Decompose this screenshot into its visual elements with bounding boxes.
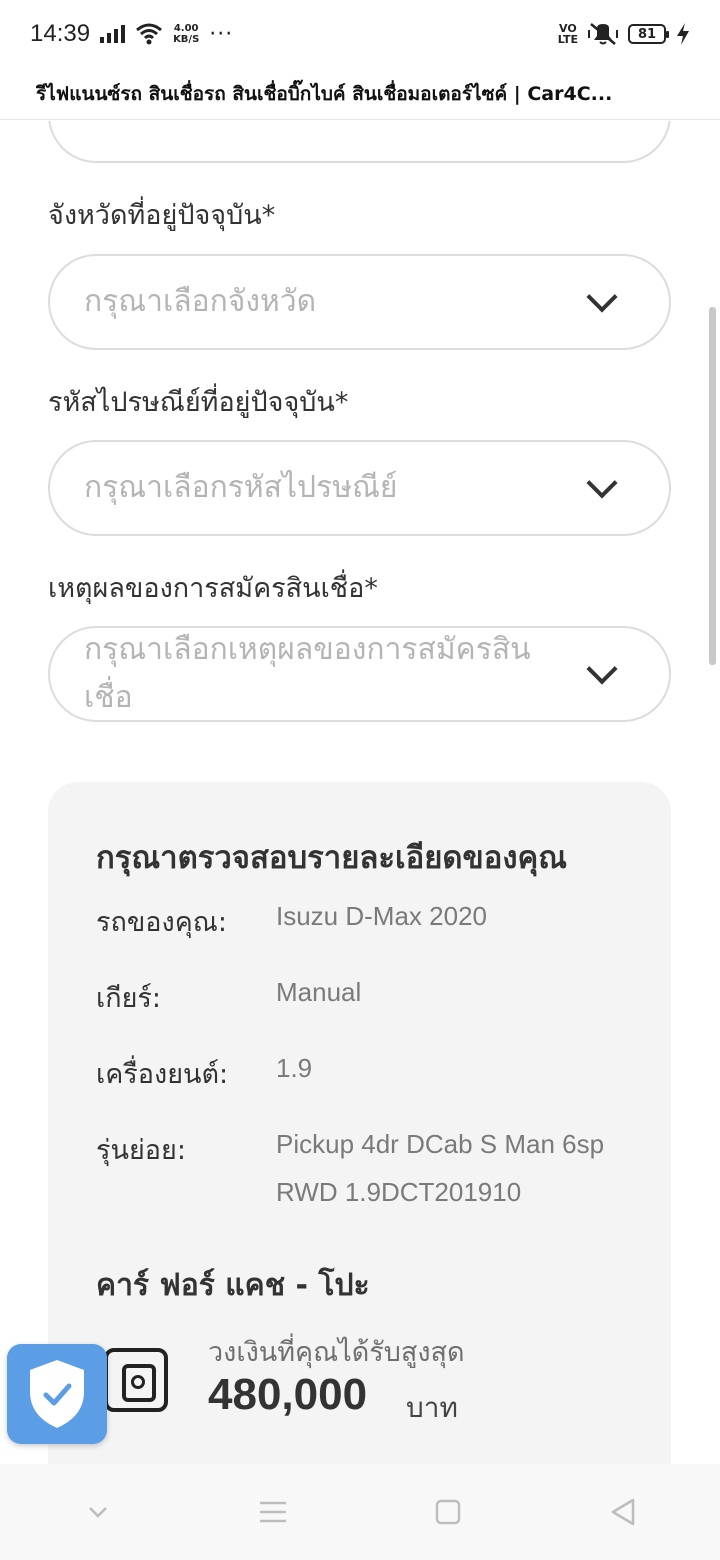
page-title: รีไฟแนนซ์รถ สินเชื่อรถ สินเชื่อบิ๊กไบค์ … [36,82,613,105]
postcode-placeholder: กรุณาเลือกรหัสไปรษณีย์ [84,470,398,505]
home-square-icon [435,1499,460,1525]
reason-select[interactable]: กรุณาเลือกเหตุผลของการสมัครสินเชื่อ [48,626,671,722]
battery-indicator: 81 [628,24,669,44]
province-select[interactable]: กรุณาเลือกจังหวัด [48,254,671,350]
reason-placeholder: กรุณาเลือกเหตุผลของการสมัครสินเชื่อ [84,632,531,715]
province-placeholder: กรุณาเลือกจังหวัด [84,284,317,319]
lender-name: คาร์ ฟอร์ แคช - โปะ [96,1268,370,1303]
nav-back-button[interactable] [593,1482,653,1542]
chevron-down-icon [586,281,618,313]
net-speed: 4.00 KB/S [173,23,199,45]
review-card: กรุณาตรวจสอบรายละเอียดของคุณ รถของคุณ: I… [48,782,671,1464]
detail-row-gear: เกียร์: Manual [96,976,626,1019]
signal-icon [100,25,126,43]
review-title: กรุณาตรวจสอบรายละเอียดของคุณ [96,840,567,876]
detail-value: Pickup 4dr DCab S Man 6sp RWD 1.9DCT2019… [276,1129,605,1207]
wifi-icon [136,23,163,45]
chevron-down-icon [88,1507,107,1518]
shield-badge-button[interactable] [7,1344,107,1444]
more-dots: ··· [209,21,234,47]
postcode-label: รหัสไปรษณีย์ที่อยู่ปัจจุบัน* [48,387,349,418]
province-label: จังหวัดที่อยู่ปัจจุบัน* [48,200,276,231]
reason-label: เหตุผลของการสมัครสินเชื่อ* [48,573,378,604]
charging-icon [677,23,689,45]
status-right: VO LTE 81 [558,22,690,46]
nav-collapse-button[interactable] [68,1482,128,1542]
net-speed-value: 4.00 [173,23,199,34]
detail-row-submodel: รุ่นย่อย: Pickup 4dr DCab S Man 6sp RWD … [96,1128,626,1216]
detail-value: 1.9 [276,1053,313,1083]
detail-row-car: รถของคุณ: Isuzu D-Max 2020 [96,900,626,943]
detail-label: รถของคุณ: [96,907,227,938]
browser-title-bar[interactable]: รีไฟแนนซ์รถ สินเชื่อรถ สินเชื่อบิ๊กไบค์ … [0,68,720,120]
detail-value: Isuzu D-Max 2020 [276,901,487,931]
max-amount: 480,000 [208,1370,368,1419]
status-left: 14:39 4.00 KB/S ··· [30,20,233,48]
postcode-select[interactable]: กรุณาเลือกรหัสไปรษณีย์ [48,440,671,536]
nav-recents-button[interactable] [243,1482,303,1542]
detail-label: รุ่นย่อย: [96,1135,186,1166]
money-icon [104,1348,168,1412]
previous-select[interactable] [48,121,671,163]
detail-row-engine: เครื่องยนต์: 1.9 [96,1052,626,1095]
volte-bottom: LTE [557,33,578,46]
detail-label: เกียร์: [96,983,161,1014]
menu-icon [259,1501,286,1523]
chevron-down-icon [586,467,618,499]
detail-value: Manual [276,977,362,1007]
net-speed-unit: KB/S [173,34,200,45]
detail-label: เครื่องยนต์: [96,1059,229,1090]
currency-label: บาท [406,1391,458,1424]
max-amount-label: วงเงินที่คุณได้รับสูงสุด [208,1337,465,1368]
volte-icon: VO LTE [558,23,578,45]
scrollbar[interactable] [709,307,716,665]
status-time: 14:39 [30,20,91,47]
system-navigation-bar [0,1464,720,1560]
status-bar: 14:39 4.00 KB/S ··· VO LTE 81 [0,0,720,68]
chevron-down-icon [586,653,618,685]
back-triangle-icon [611,1498,634,1526]
vibrate-mute-icon [588,23,618,45]
shield-check-icon [30,1360,84,1428]
nav-home-button[interactable] [418,1482,478,1542]
page-content[interactable]: จังหวัดที่อยู่ปัจจุบัน* กรุณาเลือกจังหวั… [0,121,720,1464]
